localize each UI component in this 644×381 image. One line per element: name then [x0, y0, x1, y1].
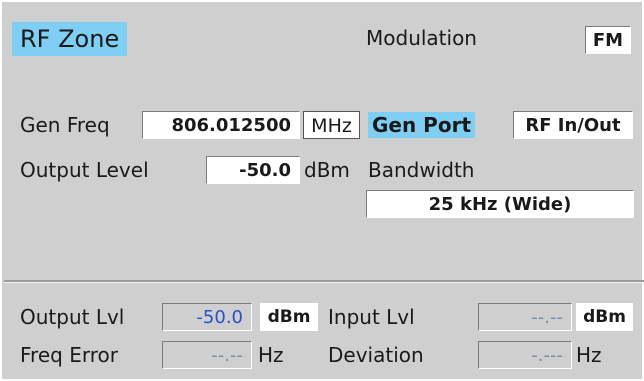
freq-error-label: Freq Error: [20, 343, 118, 367]
gen-freq-label: Gen Freq: [20, 113, 110, 137]
input-lvl-unit: dBm: [576, 303, 633, 331]
deviation-value: -.---: [478, 341, 572, 369]
freq-error-unit: Hz: [258, 343, 284, 367]
section-divider: [4, 280, 644, 283]
bandwidth-label: Bandwidth: [368, 158, 475, 182]
zone-title: RF Zone: [12, 22, 128, 56]
modulation-label: Modulation: [366, 26, 477, 50]
output-lvl-unit: dBm: [260, 303, 318, 331]
deviation-label: Deviation: [328, 343, 424, 367]
rf-zone-panel: RF Zone Modulation FM Gen Freq 806.01250…: [2, 2, 644, 379]
output-lvl-label: Output Lvl: [20, 305, 125, 329]
output-level-field[interactable]: -50.0: [206, 156, 300, 184]
output-level-label: Output Level: [20, 158, 149, 182]
output-level-unit: dBm: [304, 158, 350, 182]
input-lvl-value: --.--: [478, 303, 572, 331]
bandwidth-field[interactable]: 25 kHz (Wide): [366, 190, 634, 218]
modulation-field[interactable]: FM: [585, 26, 631, 54]
gen-port-label[interactable]: Gen Port: [368, 112, 476, 138]
gen-freq-unit-selector[interactable]: MHz: [303, 111, 360, 139]
deviation-unit: Hz: [576, 343, 602, 367]
gen-freq-field[interactable]: 806.012500: [142, 111, 300, 139]
output-lvl-value: -50.0: [162, 303, 252, 331]
freq-error-value: --.--: [162, 341, 252, 369]
gen-port-field[interactable]: RF In/Out: [513, 111, 633, 139]
input-lvl-label: Input Lvl: [328, 305, 415, 329]
